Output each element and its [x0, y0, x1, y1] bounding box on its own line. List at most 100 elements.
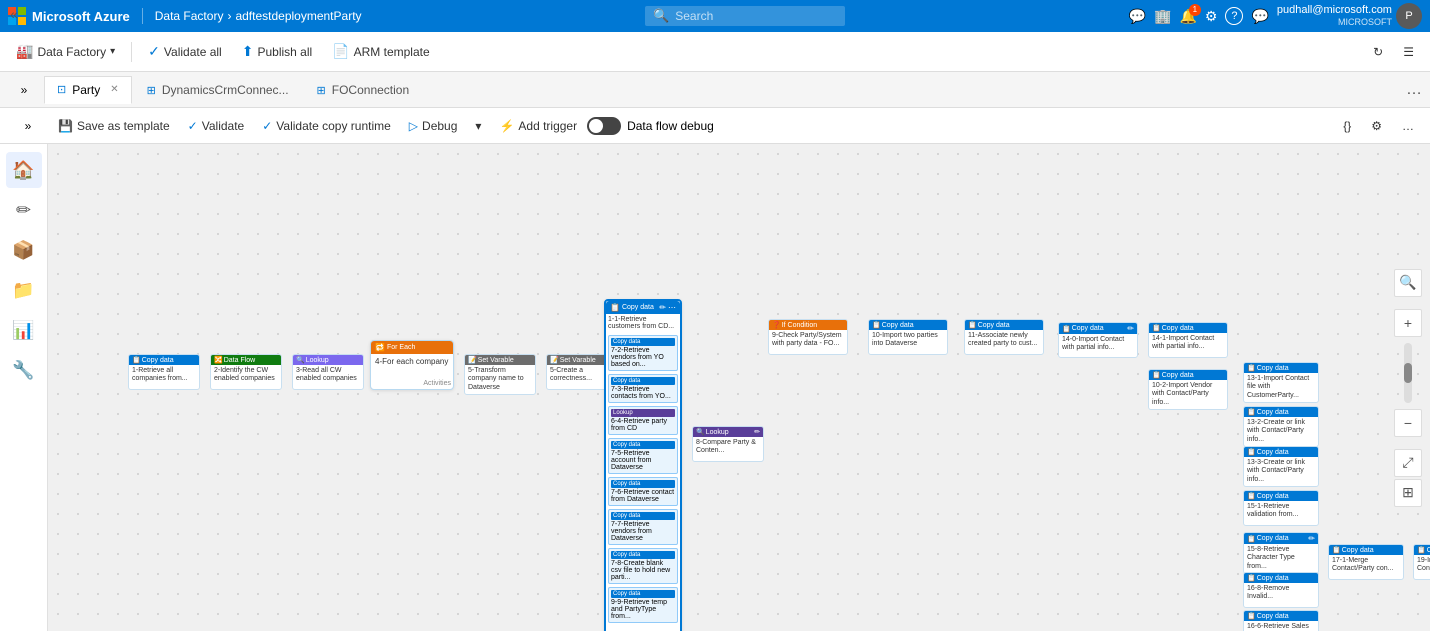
node-lookup[interactable]: 🔍 Lookup 3-Read all CW enabled companies [292, 354, 364, 390]
canvas-area[interactable]: 📋 Copy data 1-Retrieve all companies fro… [48, 144, 1430, 631]
left-sidebar: 🏠 ✏ 📦 📁 📊 🔧 [0, 144, 48, 631]
add-trigger-button[interactable]: ⚡ Add trigger [491, 115, 585, 137]
tab-more-icon[interactable]: … [1406, 81, 1422, 99]
save-template-button[interactable]: 💾 Save as template [50, 115, 178, 137]
nested-node-3[interactable]: Lookup 6-4-Retrieve party from CD [608, 406, 678, 435]
node-foreach[interactable]: 🔁 For Each 4-For each company Activities [370, 340, 454, 390]
node-import-vendor[interactable]: 📋 Copy data 10-2-Import Vendor with Cont… [1148, 369, 1228, 410]
pipeline-canvas[interactable]: 📋 Copy data 1-Retrieve all companies fro… [48, 144, 1430, 631]
container-node[interactable]: 📋 Copy data ✏ ⋯ 1-1-Retrieve customers f… [604, 299, 682, 631]
fit-screen-btn[interactable]: ⤢ [1394, 449, 1422, 477]
validate-all-button[interactable]: ✓ Validate all [140, 39, 230, 64]
search-input[interactable] [675, 9, 835, 23]
zoom-in-btn[interactable]: + [1394, 309, 1422, 337]
container-edit-icon[interactable]: ✏ [659, 303, 666, 312]
node-retrieve-latest[interactable]: 📋 Copy data 16-6-Retrieve Sales Contact … [1243, 610, 1319, 631]
node-merge[interactable]: 📋 Copy data 17-1-Merge Contact/Party con… [1328, 544, 1404, 580]
chat-icon[interactable]: 💬 [1251, 8, 1268, 25]
node-2-type: Data Flow [224, 357, 256, 364]
pipeline-more-button[interactable]: … [1394, 115, 1422, 137]
sidebar-icon-monitor[interactable]: 📊 [6, 312, 42, 348]
node-remove-inv[interactable]: 📋 Copy data 16-8-Remove Invalid... [1243, 572, 1319, 608]
search-box[interactable]: 🔍 [645, 6, 845, 26]
container-more-icon[interactable]: ⋯ [668, 303, 676, 312]
node-3-type-icon: 🔍 [296, 356, 305, 364]
sidebar-icon-params[interactable]: 📁 [6, 272, 42, 308]
nested-node-8[interactable]: Copy data 9-9-Retrieve temp and PartyTyp… [608, 587, 678, 623]
dataflow-debug-toggle[interactable]: Data flow debug [587, 117, 714, 135]
zoom-slider[interactable] [1404, 343, 1412, 403]
node-check-party[interactable]: ❓ If Condition 9-Check Party/System with… [768, 319, 848, 355]
nested-node-4[interactable]: Copy data 7-5-Retrieve account from Data… [608, 438, 678, 474]
node-retrieve-val[interactable]: 📋 Copy data 15-1-Retrieve validation fro… [1243, 490, 1319, 526]
sidebar-icon-home[interactable]: 🏠 [6, 152, 42, 188]
search-icon: 🔍 [653, 8, 669, 24]
arm-label: ARM template [354, 45, 430, 59]
directory-icon[interactable]: 🏢 [1154, 8, 1171, 25]
nested-node-2[interactable]: Copy data 7-3-Retrieve contacts from YO.… [608, 374, 678, 403]
node-transform[interactable]: 📝 Set Varable 5-Transform company name t… [464, 354, 536, 395]
collapse-tabs-btn[interactable]: » [4, 83, 44, 97]
tab-fo[interactable]: ⊞ FOConnection [304, 76, 423, 103]
node-retrieve-companies[interactable]: 📋 Copy data 1-Retrieve all companies fro… [128, 354, 200, 390]
tab-party[interactable]: ⊡ Party ✕ [44, 76, 132, 104]
expand-sidebar-btn[interactable]: « [4, 4, 24, 24]
publish-all-button[interactable]: ⬆ Publish all [234, 39, 320, 64]
pipeline-settings-button[interactable]: ⚙ [1363, 115, 1390, 137]
code-button[interactable]: {} [1335, 115, 1359, 137]
node-ri-type: Copy data [1257, 575, 1289, 582]
notifications-icon[interactable]: 🔔 1 [1179, 8, 1196, 25]
nested-node-6[interactable]: Copy data 7-7-Retrieve vendors from Data… [608, 509, 678, 545]
toggle-switch[interactable] [587, 117, 621, 135]
debug-button[interactable]: ▷ Debug [401, 115, 466, 137]
node-identify-cw[interactable]: 🔀 Data Flow 2-Identify the CW enabled co… [210, 354, 282, 390]
data-factory-button[interactable]: 🏭 Data Factory ▾ [8, 39, 123, 64]
search-canvas-btn[interactable]: 🔍 [1394, 269, 1422, 297]
datafactory-link[interactable]: Data Factory [155, 9, 224, 23]
settings-icon[interactable]: ⚙ [1205, 8, 1218, 25]
node-14-1[interactable]: 📋 Copy data 14-1-Import Contact with par… [1148, 322, 1228, 358]
help-icon[interactable]: ? [1225, 7, 1243, 25]
tab-party-close[interactable]: ✕ [110, 84, 118, 95]
more-icon: ☰ [1403, 45, 1414, 59]
node-r1[interactable]: 📋 Copy data 13-1-Import Contact file wit… [1243, 362, 1319, 403]
validate-copy-button[interactable]: ✓ Validate copy runtime [254, 115, 399, 137]
user-info[interactable]: pudhall@microsoft.com MICROSOFT P [1277, 3, 1422, 29]
user-avatar[interactable]: P [1396, 3, 1422, 29]
node-m-header: 📋 Copy data [1329, 545, 1403, 555]
zoom-out-btn[interactable]: − [1394, 409, 1422, 437]
nested-node-5[interactable]: Copy data 7-6-Retrieve contact from Data… [608, 477, 678, 506]
node-export[interactable]: 📋 Copy data 19-Import ContactParty into.… [1413, 544, 1430, 580]
validate-button[interactable]: ✓ Validate [180, 115, 253, 137]
node-compare-edit[interactable]: ✏ [754, 428, 760, 436]
debug-chevron[interactable]: ▾ [467, 115, 489, 137]
more-options-button[interactable]: ☰ [1395, 41, 1422, 63]
nested-node-1[interactable]: Copy data 7-2-Retrieve vendors from YO b… [608, 335, 678, 371]
node-compare[interactable]: 🔍 Lookup ✏ 8-Compare Party & Conten... [692, 426, 764, 462]
tab-dynamics[interactable]: ⊞ DynamicsCrmConnec... [134, 76, 302, 103]
node-14-0-edit[interactable]: ✏ [1127, 324, 1134, 333]
sidebar-icon-activities[interactable]: 📦 [6, 232, 42, 268]
sidebar-icon-manage[interactable]: 🔧 [6, 352, 42, 388]
brand-logo[interactable]: Microsoft Azure [8, 7, 130, 25]
refresh-button[interactable]: ↻ [1365, 41, 1391, 63]
node-r3[interactable]: 📋 Copy data 13-3-Create or link with Con… [1243, 446, 1319, 487]
feedback-icon[interactable]: 💬 [1129, 8, 1146, 25]
node-associate[interactable]: 📋 Copy data 11-Associate newly created p… [964, 319, 1044, 355]
node-r2[interactable]: 📋 Copy data 13-2-Create or link with Con… [1243, 406, 1319, 447]
container-type: Copy data [622, 304, 654, 311]
node-14-0[interactable]: 📋 Copy data ✏ 14-0-Import Contact with p… [1058, 322, 1138, 358]
node-5-body: 5-Transform company name to Dataverse [465, 365, 535, 394]
connections-svg [48, 144, 348, 294]
grid-btn[interactable]: ⊞ [1394, 479, 1422, 507]
collapse-pipeline-btn[interactable]: » [8, 119, 48, 133]
node-char-type[interactable]: 📋 Copy data ✏ 15-8-Retrieve Character Ty… [1243, 532, 1319, 574]
arm-template-button[interactable]: 📄 ARM template [324, 39, 437, 64]
sidebar-icon-edit[interactable]: ✏ [6, 192, 42, 228]
node-14-0-icon: 📋 [1062, 325, 1071, 333]
node-r2-icon: 📋 [1247, 408, 1256, 416]
node-import-parties[interactable]: 📋 Copy data 10-Import two parties into D… [868, 319, 948, 355]
node-ct-edit[interactable]: ✏ [1308, 534, 1315, 543]
node-rl-header: 📋 Copy data [1244, 611, 1318, 621]
nested-node-7[interactable]: Copy data 7-8-Create blank csv file to h… [608, 548, 678, 584]
